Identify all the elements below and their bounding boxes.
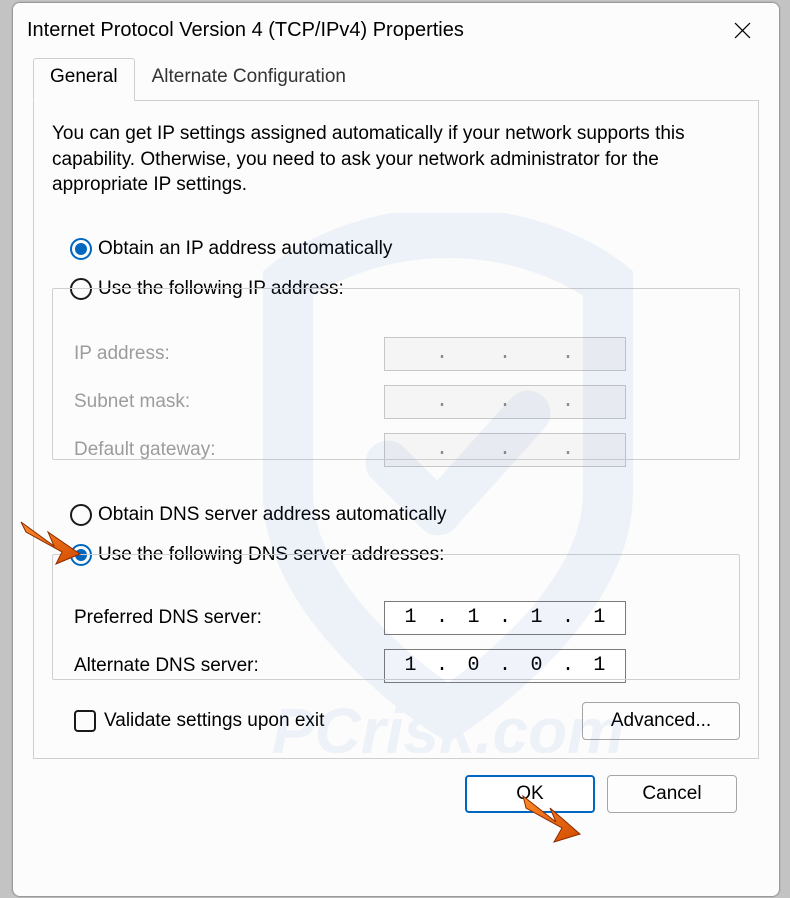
radio-dns-auto-label: Obtain DNS server address automatically — [98, 504, 446, 526]
ip-group: Obtain an IP address automatically Use t… — [52, 230, 740, 466]
radio-ip-auto[interactable] — [70, 238, 92, 260]
radio-ip-manual[interactable] — [70, 278, 92, 300]
tab-alternate[interactable]: Alternate Configuration — [135, 58, 363, 100]
ok-button[interactable]: OK — [465, 775, 595, 813]
ip-address-label: IP address: — [74, 337, 384, 371]
radio-ip-manual-label: Use the following IP address: — [98, 278, 344, 300]
alternate-dns-input[interactable]: 1. 0. 0. 1 — [384, 649, 626, 683]
subnet-mask-label: Subnet mask: — [74, 385, 384, 419]
cancel-button[interactable]: Cancel — [607, 775, 737, 813]
radio-dns-auto[interactable] — [70, 504, 92, 526]
default-gateway-input: . . . — [384, 433, 626, 467]
subnet-mask-input: . . . — [384, 385, 626, 419]
window-title: Internet Protocol Version 4 (TCP/IPv4) P… — [27, 19, 464, 42]
preferred-dns-label: Preferred DNS server: — [74, 601, 384, 635]
validate-label: Validate settings upon exit — [104, 710, 324, 732]
tab-general[interactable]: General — [33, 58, 135, 101]
dns-group: Obtain DNS server address automatically … — [52, 496, 740, 682]
tab-strip: General Alternate Configuration — [33, 58, 759, 101]
tab-body: You can get IP settings assigned automat… — [33, 101, 759, 759]
validate-checkbox[interactable] — [74, 710, 96, 732]
radio-ip-auto-label: Obtain an IP address automatically — [98, 238, 392, 260]
preferred-dns-input[interactable]: 1. 1. 1. 1 — [384, 601, 626, 635]
ip-address-input: . . . — [384, 337, 626, 371]
default-gateway-label: Default gateway: — [74, 433, 384, 467]
alternate-dns-label: Alternate DNS server: — [74, 649, 384, 683]
description-text: You can get IP settings assigned automat… — [52, 121, 740, 198]
radio-dns-manual-label: Use the following DNS server addresses: — [98, 544, 444, 566]
content-area: General Alternate Configuration You can … — [13, 58, 779, 825]
radio-dns-manual[interactable] — [70, 544, 92, 566]
bottom-row: Validate settings upon exit Advanced... — [52, 702, 740, 740]
titlebar: Internet Protocol Version 4 (TCP/IPv4) P… — [13, 3, 779, 58]
close-button[interactable] — [719, 8, 765, 54]
dialog-buttons: OK Cancel — [33, 759, 759, 813]
dialog-window: Internet Protocol Version 4 (TCP/IPv4) P… — [12, 2, 780, 897]
advanced-button[interactable]: Advanced... — [582, 702, 740, 740]
close-icon — [734, 22, 751, 39]
